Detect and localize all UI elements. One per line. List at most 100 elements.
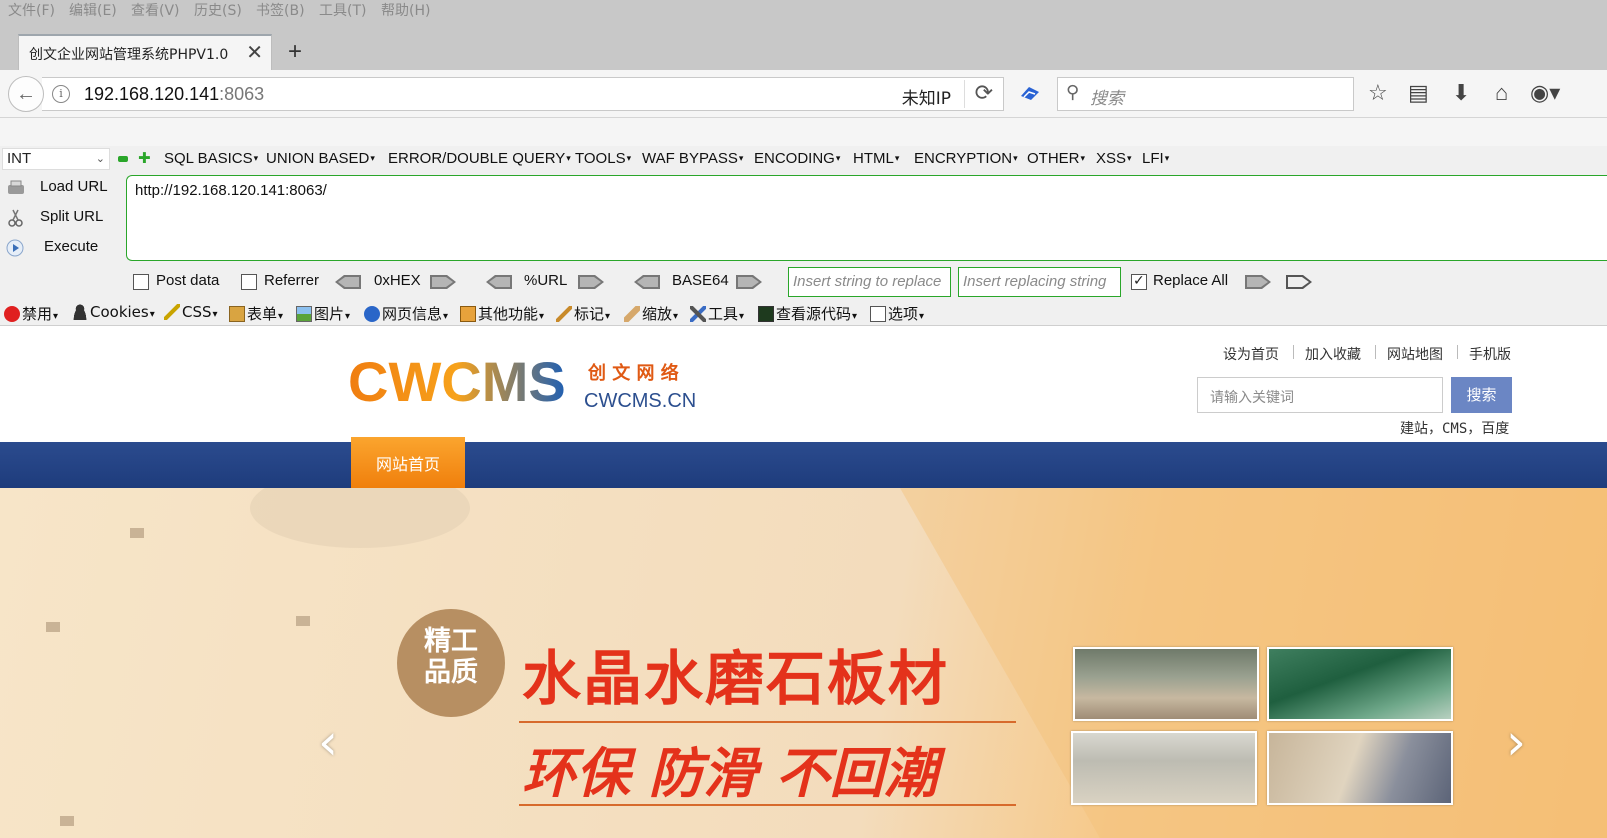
product-photo-hall[interactable] (1071, 731, 1257, 805)
hackbar-menu-lfi[interactable]: LFI (1142, 150, 1169, 167)
hackbar-menu-other[interactable]: OTHER (1027, 150, 1085, 167)
nav-home-link[interactable]: 网站首页 (351, 437, 465, 488)
replacing-string-input[interactable]: Insert replacing string (958, 267, 1121, 297)
replace-all-checkbox[interactable] (1131, 272, 1147, 290)
execute-play-icon (6, 239, 24, 257)
hackbar-menu-union-based[interactable]: UNION BASED (266, 150, 375, 167)
search-bar[interactable]: ⚲ 搜索 (1057, 77, 1354, 111)
split-url-button[interactable]: Split URL (6, 205, 126, 231)
address-bar[interactable]: i 192.168.120.141:8063 未知IP ⟳ (42, 77, 1004, 111)
replace-apply-arrow-icon[interactable] (1245, 275, 1271, 289)
ext-outline[interactable]: 标记 (556, 303, 610, 324)
hackbar-menu-error-double-query[interactable]: ERROR/DOUBLE QUERY (388, 150, 571, 167)
download-icon[interactable]: ⬇ (1452, 80, 1470, 106)
site-search-placeholder: 请输入关键词 (1210, 390, 1294, 406)
badge-line-1: 精工 (424, 626, 478, 657)
url-decode-arrow-icon[interactable] (486, 275, 512, 289)
menu-view[interactable]: 查看(V) (131, 0, 180, 20)
hackbar-menu-waf-bypass[interactable]: WAF BYPASS (642, 150, 743, 167)
product-photo-lobby[interactable] (1073, 647, 1259, 721)
hex-decode-arrow-icon[interactable] (335, 275, 361, 289)
menu-tools[interactable]: 工具(T) (319, 0, 366, 20)
slider-prev-icon[interactable]: ‹ (318, 713, 338, 771)
scissors-icon (8, 209, 23, 227)
browser-tab[interactable]: 创文企业网站管理系统PHPV1.0 ✕ (18, 34, 272, 70)
profile-menu-icon[interactable]: ◉▾ (1530, 80, 1560, 106)
hex-encode-arrow-icon[interactable] (430, 275, 456, 289)
form-clipboard-icon (229, 306, 245, 322)
hackbar-extension-icon[interactable] (1019, 84, 1041, 102)
home-icon[interactable]: ⌂ (1495, 80, 1508, 106)
ext-css[interactable]: CSS (164, 303, 218, 321)
menu-bookmarks[interactable]: 书签(B) (256, 0, 305, 20)
execute-label: Execute (44, 238, 99, 255)
hackbar-menu-xss[interactable]: XSS (1096, 150, 1132, 167)
ext-page-info[interactable]: 网页信息 (364, 303, 448, 324)
post-data-label: Post data (156, 272, 220, 289)
increase-icon[interactable]: ✚ (138, 151, 151, 166)
base64-encode-arrow-icon[interactable] (736, 275, 762, 289)
hackbar-type-select[interactable]: INT ⌄ (2, 148, 110, 170)
load-url-button[interactable]: Load URL (6, 175, 126, 201)
set-homepage-link[interactable]: 设为首页 (1223, 344, 1279, 364)
ext-misc[interactable]: 其他功能 (460, 303, 544, 324)
site-search-button[interactable]: 搜索 (1451, 377, 1512, 413)
tools-wrench-icon (690, 306, 706, 322)
ext-options[interactable]: 选项 (870, 303, 924, 324)
back-button[interactable]: ← (8, 76, 44, 112)
product-photo-corridor[interactable] (1267, 647, 1453, 721)
sitemap-link[interactable]: 网站地图 (1387, 344, 1443, 364)
menu-file[interactable]: 文件(F) (8, 0, 55, 20)
hackbar-menu-encryption[interactable]: ENCRYPTION (914, 150, 1018, 167)
reload-icon[interactable]: ⟳ (963, 80, 993, 108)
ext-disable[interactable]: 禁用 (4, 303, 58, 324)
menu-help[interactable]: 帮助(H) (381, 0, 430, 20)
css-wand-icon (164, 304, 180, 320)
ext-view-source[interactable]: 查看源代码 (758, 303, 857, 324)
ext-resize[interactable]: 缩放 (624, 303, 678, 324)
add-favorites-link[interactable]: 加入收藏 (1305, 344, 1361, 364)
decrease-icon[interactable] (118, 156, 128, 162)
hex-label: 0xHEX (374, 272, 421, 289)
url-encode-arrow-icon[interactable] (578, 275, 604, 289)
hot-keywords[interactable]: 建站，CMS，百度 (1400, 418, 1509, 438)
hackbar-url-value: http://192.168.120.141:8063/ (135, 182, 327, 199)
url-host: 192.168.120.141 (84, 84, 220, 104)
site-info-icon[interactable]: i (52, 85, 70, 103)
hackbar-menu-sql-basics[interactable]: SQL BASICS (164, 150, 258, 167)
bookmark-star-icon[interactable]: ☆ (1368, 80, 1388, 106)
ip-indicator[interactable]: 未知IP (902, 84, 951, 109)
referrer-checkbox[interactable] (241, 274, 257, 290)
hackbar-url-textarea[interactable]: http://192.168.120.141:8063/ (126, 175, 1607, 261)
ext-cookies[interactable]: Cookies (72, 303, 155, 321)
slider-next-icon[interactable]: › (1506, 713, 1526, 771)
site-search-input[interactable]: 请输入关键词 (1197, 377, 1443, 413)
hackbar-menu-encoding[interactable]: ENCODING (754, 150, 840, 167)
new-tab-button[interactable]: + (288, 38, 302, 66)
menu-bar: 文件(F) 编辑(E) 查看(V) 历史(S) 书签(B) 工具(T) 帮助(H… (0, 0, 1607, 22)
hackbar-menu-tools[interactable]: TOOLS (575, 150, 631, 167)
menu-edit[interactable]: 编辑(E) (69, 0, 117, 20)
hackbar-menu-html[interactable]: HTML (853, 150, 899, 167)
replace-next-arrow-icon[interactable] (1286, 275, 1312, 289)
ext-forms[interactable]: 表单 (229, 303, 283, 324)
product-photo-store[interactable] (1267, 731, 1453, 805)
mobile-version-link[interactable]: 手机版 (1469, 344, 1511, 364)
close-tab-icon[interactable]: ✕ (246, 40, 263, 65)
menu-history[interactable]: 历史(S) (194, 0, 242, 20)
web-developer-toolbar: 禁用 Cookies CSS 表单 图片 网页信息 其他功能 标记 缩放 工具 … (0, 298, 1607, 326)
url-text[interactable]: 192.168.120.141:8063 (84, 84, 264, 105)
base64-decode-arrow-icon[interactable] (634, 275, 660, 289)
execute-button[interactable]: Execute (6, 235, 126, 261)
navigation-toolbar: i 192.168.120.141:8063 未知IP ⟳ ← ⚲ 搜索 ☆ ▤… (0, 70, 1607, 118)
ext-images-label: 图片 (314, 305, 345, 323)
post-data-checkbox[interactable] (133, 274, 149, 290)
cwcms-logo[interactable]: CWCMS 创 文 网 络 CWCMS.CN (348, 355, 708, 415)
ext-tools[interactable]: 工具 (690, 303, 744, 324)
insert-string-input[interactable]: Insert string to replace (788, 267, 951, 297)
reading-list-icon[interactable]: ▤ (1408, 80, 1429, 106)
back-arrow-icon: ← (16, 83, 36, 105)
info-icon (364, 306, 380, 322)
link-divider (1375, 345, 1376, 359)
ext-images[interactable]: 图片 (296, 303, 350, 324)
